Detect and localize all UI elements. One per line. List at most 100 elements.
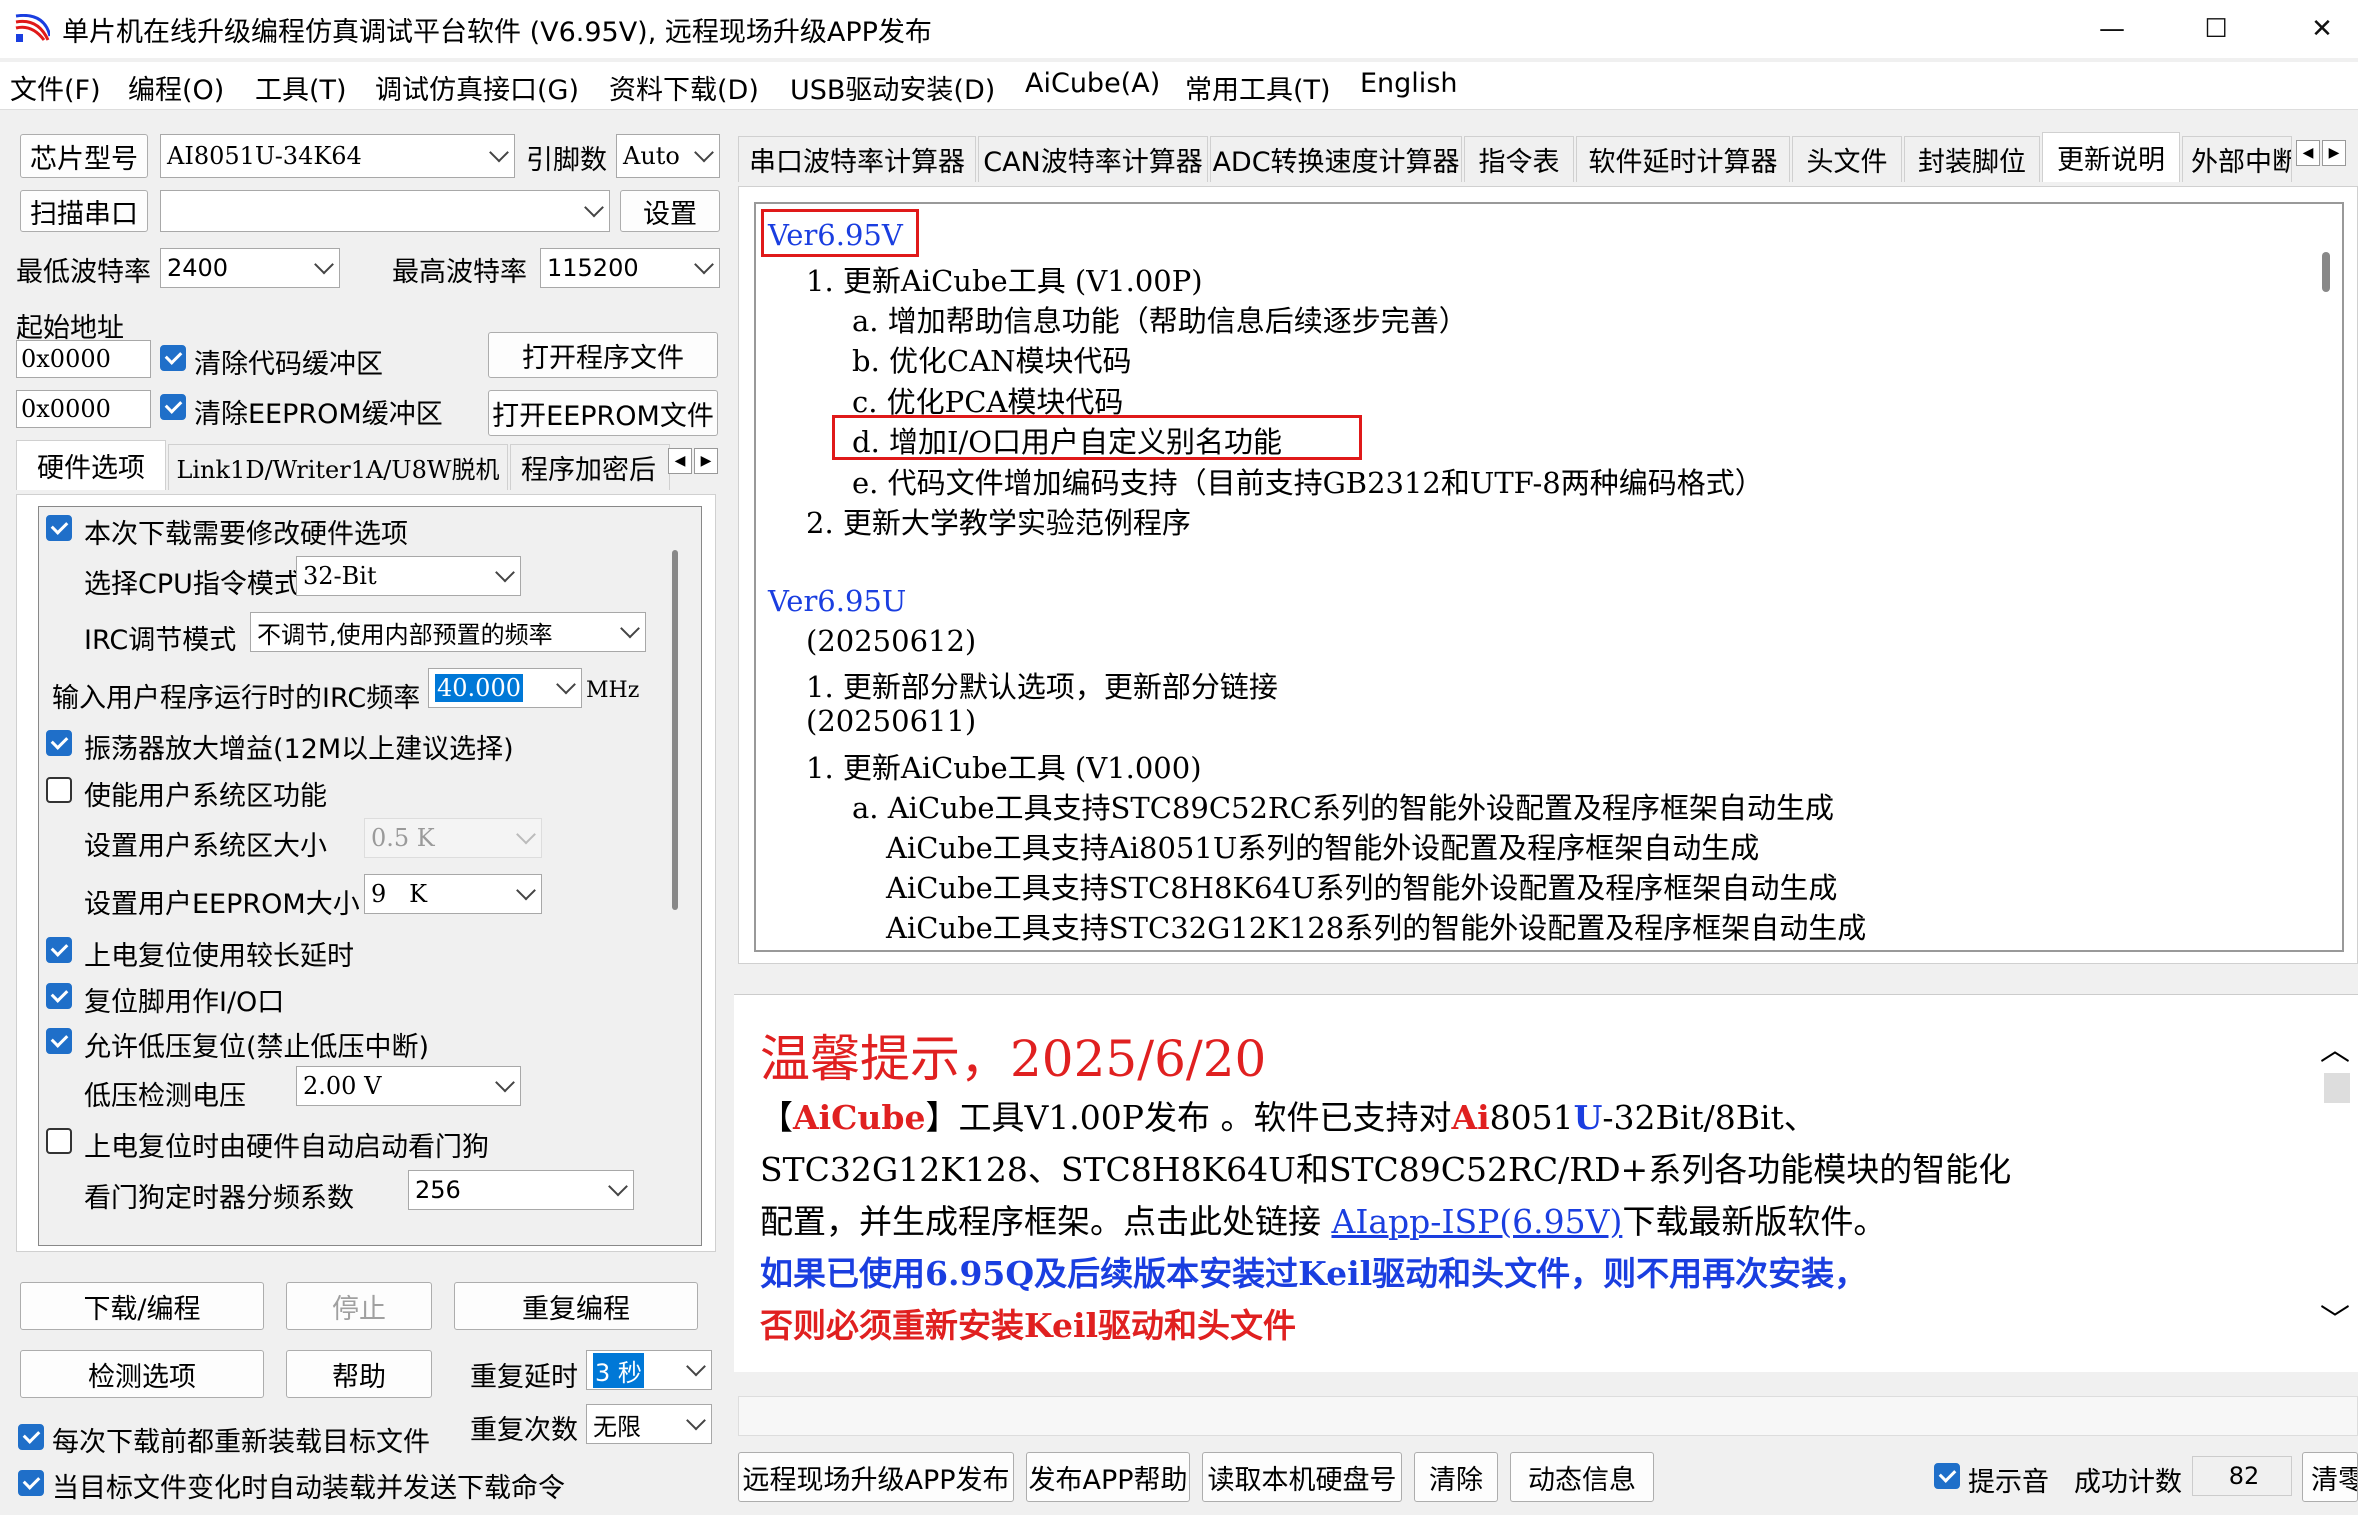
tab-instruction-table[interactable]: 指令表 (1464, 136, 1574, 182)
tab-scroll-left-icon[interactable]: ◀ (2296, 140, 2320, 166)
irc-freq-input[interactable]: 40.000 (428, 668, 582, 708)
menu-downloads[interactable]: 资料下载(D) (609, 68, 759, 107)
repeat-count-select[interactable]: 无限 (586, 1404, 712, 1444)
tips-line-4: 如果已使用6.95Q及后续版本安装过Keil驱动和头文件，则不用再次安装， (760, 1254, 1868, 1293)
max-baud-select[interactable]: 115200 (540, 248, 720, 288)
chevron-down-icon (516, 824, 536, 845)
stop-button[interactable]: 停止 (286, 1282, 432, 1330)
low-volt-label: 低压检测电压 (84, 1081, 246, 1112)
chevron-down-icon (608, 1176, 628, 1197)
tips-panel: 温馨提示，2025/6/20 【AiCube】工具V1.00P发布 。软件已支持… (734, 994, 2358, 1372)
open-program-button[interactable]: 打开程序文件 (488, 332, 718, 378)
right-tab-strip: 串口波特率计算器 CAN波特率计算器 ADC转换速度计算器 指令表 软件延时计算… (738, 132, 2358, 186)
tab-hardware-options[interactable]: 硬件选项 (16, 440, 166, 490)
close-button[interactable]: ✕ (2270, 0, 2358, 58)
code-address-input[interactable]: 0x0000 (16, 340, 151, 378)
read-disk-button[interactable]: 读取本机硬盘号 (1202, 1452, 1402, 1502)
open-eeprom-button[interactable]: 打开EEPROM文件 (488, 390, 718, 436)
scroll-down-icon[interactable]: ﹀ (2320, 1295, 2350, 1339)
menu-file[interactable]: 文件(F) (10, 68, 101, 107)
tab-external-interrupt[interactable]: 外部中断 (2182, 136, 2292, 182)
serial-port-select[interactable] (160, 190, 610, 232)
tips-scrollbar[interactable] (2324, 1073, 2350, 1103)
tab-release-notes[interactable]: 更新说明 (2042, 132, 2180, 182)
repeat-delay-select[interactable]: 3 秒 (586, 1350, 712, 1390)
tab-encryption[interactable]: 程序加密后 (510, 444, 670, 490)
eeprom-size-select[interactable]: 9 K (364, 874, 542, 914)
low-volt-select[interactable]: 2.00 V (296, 1066, 521, 1106)
eeprom-address-input[interactable]: 0x0000 (16, 390, 151, 428)
tab-scroll-right-icon[interactable]: ▶ (2322, 140, 2346, 166)
tab-can-baud[interactable]: CAN波特率计算器 (978, 136, 1208, 182)
tab-uart-baud[interactable]: 串口波特率计算器 (738, 136, 976, 182)
cpu-mode-select[interactable]: 32-Bit (296, 556, 521, 596)
tab-scroll-left-icon[interactable]: ◀ (668, 448, 692, 474)
scroll-up-icon[interactable]: ︿ (2320, 1025, 2350, 1069)
low-volt-reset-checkbox[interactable] (46, 1028, 72, 1054)
tips-line-2: STC32G12K128、STC8H8K64U和STC89C52RC/RD+系列… (760, 1150, 2012, 1189)
release-notes-text[interactable]: Ver6.95V 1. 更新AiCube工具 (V1.00P) a. 增加帮助信… (754, 202, 2344, 952)
beep-checkbox[interactable] (1934, 1463, 1960, 1489)
app-logo-icon (15, 14, 50, 42)
osc-gain-checkbox[interactable] (46, 730, 72, 756)
chevron-down-icon (516, 880, 536, 901)
reload-checkbox[interactable] (18, 1424, 44, 1450)
notes-line: (20250612) (806, 624, 977, 658)
minimize-button[interactable]: — (2060, 0, 2164, 58)
clear-button[interactable]: 清除 (1414, 1452, 1498, 1502)
chip-type-select[interactable]: AI8051U-34K64 (160, 134, 515, 178)
tab-header-files[interactable]: 头文件 (1792, 136, 1902, 182)
irc-mode-select[interactable]: 不调节,使用内部预置的频率 (250, 612, 646, 652)
pin-count-select[interactable]: Auto (616, 134, 720, 178)
highlight-box (832, 415, 1362, 460)
options-scrollbar[interactable] (672, 550, 678, 910)
menu-tools[interactable]: 工具(T) (255, 68, 347, 107)
user-sys-area-checkbox[interactable] (46, 777, 72, 803)
notes-scrollbar[interactable] (2322, 252, 2330, 292)
menu-usb-driver[interactable]: USB驱动安装(D) (790, 68, 995, 107)
menu-english[interactable]: English (1360, 68, 1458, 99)
user-sys-size-select[interactable]: 0.5 K (364, 818, 542, 858)
low-volt-reset-label: 允许低压复位(禁止低压中断) (84, 1032, 430, 1063)
tab-pinout[interactable]: 封装脚位 (1904, 136, 2040, 182)
chevron-down-icon (489, 142, 509, 163)
title-bar: 单片机在线升级编程仿真调试平台软件 (V6.95V), 远程现场升级APP发布 … (0, 0, 2358, 58)
long-delay-checkbox[interactable] (46, 937, 72, 963)
maximize-button[interactable]: ☐ (2164, 0, 2268, 58)
help-button[interactable]: 帮助 (286, 1350, 432, 1398)
success-count-label: 成功计数 (2074, 1467, 2182, 1498)
clear-eeprom-checkbox[interactable] (160, 394, 186, 420)
menu-program[interactable]: 编程(O) (128, 68, 224, 107)
reprogram-button[interactable]: 重复编程 (454, 1282, 698, 1330)
watchdog-checkbox[interactable] (46, 1128, 72, 1154)
clear-code-checkbox[interactable] (160, 345, 186, 371)
menu-common-tools[interactable]: 常用工具(T) (1185, 68, 1331, 107)
watchdog-label: 上电复位时由硬件自动启动看门狗 (84, 1132, 489, 1163)
reset-io-checkbox[interactable] (46, 983, 72, 1009)
scan-port-button[interactable]: 扫描串口 (20, 190, 148, 232)
chevron-down-icon (620, 618, 640, 639)
download-link[interactable]: AIapp-ISP(6.95V) (1332, 1202, 1623, 1241)
chip-type-button[interactable]: 芯片型号 (20, 134, 148, 178)
check-options-button[interactable]: 检测选项 (20, 1350, 264, 1398)
min-baud-select[interactable]: 2400 (160, 248, 340, 288)
clear-eeprom-label: 清除EEPROM缓冲区 (194, 399, 443, 430)
wdt-div-select[interactable]: 256 (408, 1170, 634, 1210)
tab-offline-writer[interactable]: Link1D/Writer1A/U8W脱机 (168, 444, 508, 490)
app-help-button[interactable]: 发布APP帮助 (1026, 1452, 1190, 1502)
clear-count-button[interactable]: 清零 (2302, 1452, 2358, 1502)
download-program-button[interactable]: 下载/编程 (20, 1282, 264, 1330)
modify-hw-checkbox[interactable] (46, 515, 72, 541)
menu-aicube[interactable]: AiCube(A) (1025, 68, 1160, 99)
port-settings-button[interactable]: 设置 (620, 190, 720, 232)
tab-adc-speed[interactable]: ADC转换速度计算器 (1210, 136, 1462, 182)
tab-scroll-right-icon[interactable]: ▶ (694, 448, 718, 474)
dynamic-info-button[interactable]: 动态信息 (1510, 1452, 1654, 1502)
beep-label: 提示音 (1968, 1467, 2049, 1498)
auto-load-checkbox[interactable] (18, 1470, 44, 1496)
remote-upgrade-button[interactable]: 远程现场升级APP发布 (738, 1452, 1014, 1502)
tab-delay-calc[interactable]: 软件延时计算器 (1576, 136, 1790, 182)
chevron-down-icon (694, 142, 714, 163)
window-title: 单片机在线升级编程仿真调试平台软件 (V6.95V), 远程现场升级APP发布 (62, 17, 932, 48)
menu-debug[interactable]: 调试仿真接口(G) (375, 68, 579, 107)
